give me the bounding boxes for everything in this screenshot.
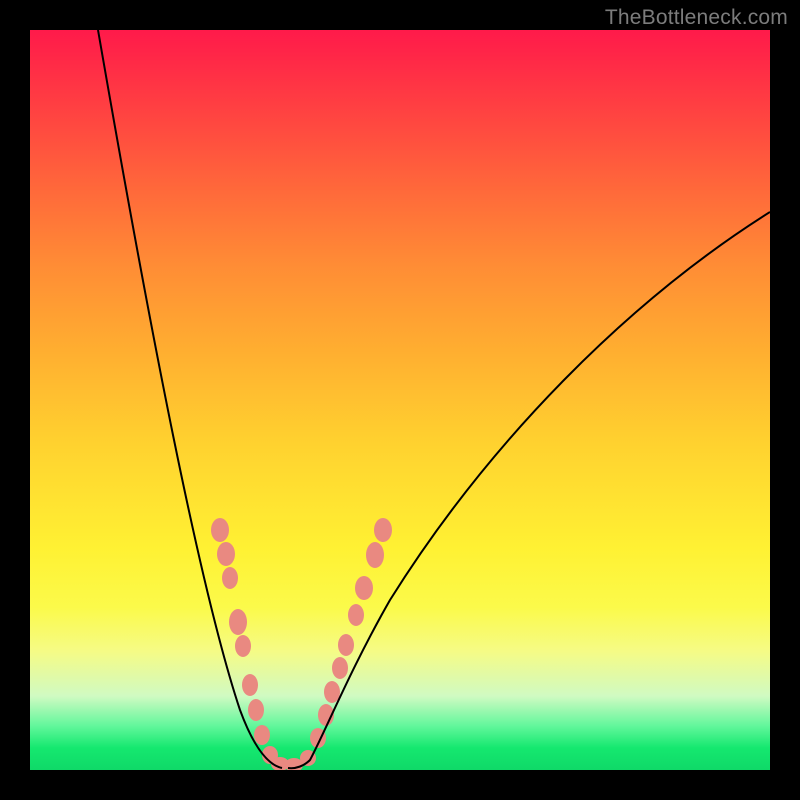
chart-plot-area: [30, 30, 770, 770]
watermark-text: TheBottleneck.com: [605, 6, 788, 30]
data-marker: [366, 542, 384, 568]
data-marker: [332, 657, 348, 679]
marker-group: [211, 518, 392, 770]
chart-svg: [30, 30, 770, 770]
data-marker: [254, 725, 270, 745]
data-marker: [211, 518, 229, 542]
data-marker: [217, 542, 235, 566]
data-marker: [324, 681, 340, 703]
data-marker: [338, 634, 354, 656]
data-marker: [355, 576, 373, 600]
data-marker: [235, 635, 251, 657]
data-marker: [348, 604, 364, 626]
curve-group: [98, 30, 770, 768]
data-marker: [222, 567, 238, 589]
curve-left-curve: [98, 30, 282, 768]
curve-right-curve: [288, 212, 770, 768]
data-marker: [248, 699, 264, 721]
data-marker: [374, 518, 392, 542]
data-marker: [229, 609, 247, 635]
data-marker: [242, 674, 258, 696]
